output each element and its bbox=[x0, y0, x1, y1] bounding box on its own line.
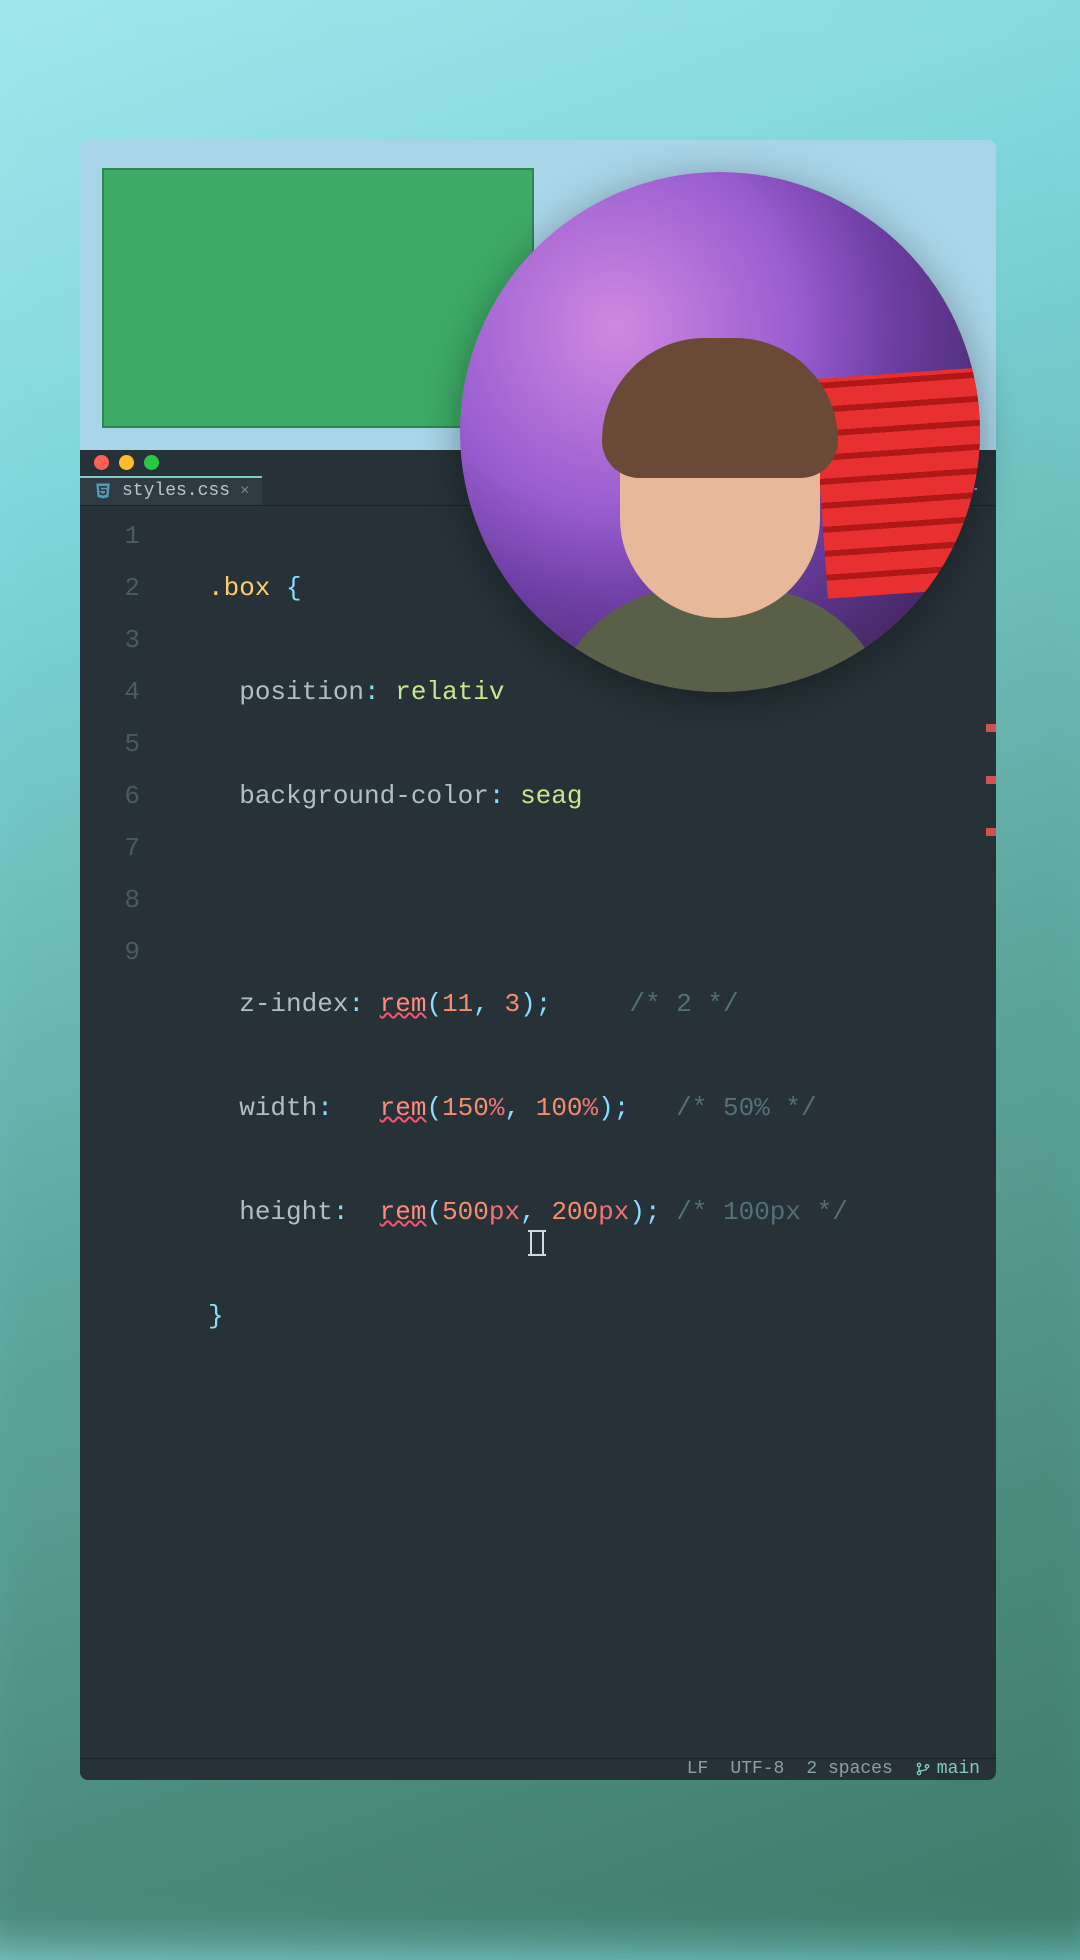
number: 3 bbox=[505, 989, 521, 1019]
css-function: rem bbox=[380, 1197, 427, 1227]
css-value: seag bbox=[520, 781, 582, 811]
colon: : bbox=[348, 989, 379, 1019]
git-branch[interactable]: main bbox=[915, 1759, 980, 1779]
colon: : bbox=[489, 781, 520, 811]
css-function: rem bbox=[380, 1093, 427, 1123]
line-number: 3 bbox=[80, 614, 196, 666]
comma: , bbox=[520, 1197, 551, 1227]
line-number: 1 bbox=[80, 510, 196, 562]
error-marker[interactable] bbox=[986, 724, 996, 732]
line-number: 8 bbox=[80, 874, 196, 926]
number: 200 bbox=[551, 1197, 598, 1227]
semicolon: ; bbox=[536, 989, 552, 1019]
status-encoding[interactable]: UTF-8 bbox=[730, 1759, 784, 1779]
paren: ( bbox=[426, 1093, 442, 1123]
number: 100 bbox=[536, 1093, 583, 1123]
number: 11 bbox=[442, 989, 473, 1019]
webcam-overlay bbox=[460, 172, 980, 692]
line-gutter: 1 2 3 4 5 6 7 8 9 bbox=[80, 506, 196, 1758]
comment: /* 100px */ bbox=[676, 1197, 848, 1227]
status-indent[interactable]: 2 spaces bbox=[806, 1759, 892, 1779]
paren: ( bbox=[426, 1197, 442, 1227]
comma: , bbox=[505, 1093, 536, 1123]
background-panel bbox=[813, 365, 980, 598]
pad bbox=[551, 989, 629, 1019]
brace: } bbox=[208, 1301, 224, 1331]
text-cursor-icon bbox=[530, 1230, 544, 1256]
css-property: height bbox=[239, 1197, 333, 1227]
minimize-window-button[interactable] bbox=[119, 455, 134, 470]
comment: /* 50% */ bbox=[676, 1093, 816, 1123]
css-selector: .box bbox=[208, 573, 270, 603]
unit: % bbox=[489, 1093, 505, 1123]
paren: ) bbox=[629, 1197, 645, 1227]
comma: , bbox=[473, 989, 504, 1019]
status-eol[interactable]: LF bbox=[687, 1759, 709, 1779]
git-branch-icon bbox=[915, 1761, 931, 1777]
close-window-button[interactable] bbox=[94, 455, 109, 470]
status-bar: LF UTF-8 2 spaces main bbox=[80, 1758, 996, 1780]
css-value: relativ bbox=[395, 677, 504, 707]
number: 150 bbox=[442, 1093, 489, 1123]
line-number: 5 bbox=[80, 718, 196, 770]
colon: : bbox=[333, 1197, 380, 1227]
colon: : bbox=[317, 1093, 379, 1123]
css-property: width bbox=[239, 1093, 317, 1123]
maximize-window-button[interactable] bbox=[144, 455, 159, 470]
css-file-icon bbox=[94, 482, 112, 500]
css-property: position bbox=[239, 677, 364, 707]
unit: % bbox=[583, 1093, 599, 1123]
pad bbox=[629, 1093, 676, 1123]
line-number: 9 bbox=[80, 926, 196, 978]
file-tab[interactable]: styles.css × bbox=[80, 476, 262, 505]
comment: /* 2 */ bbox=[629, 989, 738, 1019]
code-content[interactable]: .box { position: relativ background-colo… bbox=[196, 506, 996, 1758]
unit: px bbox=[598, 1197, 629, 1227]
colon: : bbox=[364, 677, 395, 707]
traffic-lights bbox=[94, 455, 159, 470]
tab-filename: styles.css bbox=[122, 481, 230, 501]
semicolon: ; bbox=[614, 1093, 630, 1123]
line-number: 7 bbox=[80, 822, 196, 874]
branch-name: main bbox=[937, 1759, 980, 1779]
semicolon: ; bbox=[645, 1197, 661, 1227]
error-marker[interactable] bbox=[986, 776, 996, 784]
presenter-silhouette bbox=[620, 378, 820, 618]
paren: ) bbox=[598, 1093, 614, 1123]
code-area[interactable]: 1 2 3 4 5 6 7 8 9 .box { position: relat… bbox=[80, 506, 996, 1758]
css-property: z-index bbox=[239, 989, 348, 1019]
css-function: rem bbox=[380, 989, 427, 1019]
paren: ( bbox=[426, 989, 442, 1019]
pad bbox=[661, 1197, 677, 1227]
line-number: 4 bbox=[80, 666, 196, 718]
css-property: background-color bbox=[239, 781, 489, 811]
paren: ) bbox=[520, 989, 536, 1019]
error-marker[interactable] bbox=[986, 828, 996, 836]
unit: px bbox=[489, 1197, 520, 1227]
close-tab-icon[interactable]: × bbox=[240, 482, 250, 500]
number: 500 bbox=[442, 1197, 489, 1227]
line-number: 6 bbox=[80, 770, 196, 822]
brace: { bbox=[270, 573, 301, 603]
line-number: 2 bbox=[80, 562, 196, 614]
